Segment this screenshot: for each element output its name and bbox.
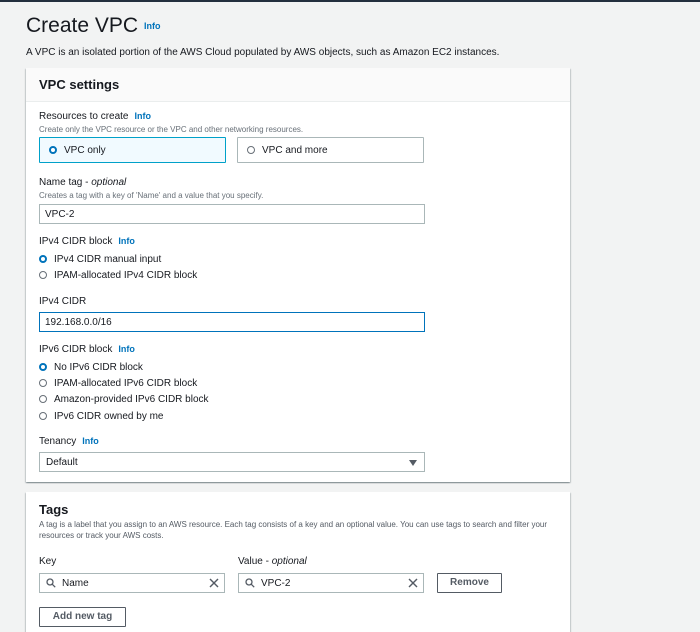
radio-vpc-only[interactable]	[49, 146, 57, 154]
tag-value-input[interactable]: VPC-2	[238, 573, 424, 593]
option-ipv4-manual-label: IPv4 CIDR manual input	[54, 254, 162, 265]
tag-key-input[interactable]: Name	[39, 573, 225, 593]
radio-ipv6-none[interactable]	[39, 363, 47, 371]
ipv6-block-info-link[interactable]: Info	[118, 344, 135, 354]
page-info-link[interactable]: Info	[144, 21, 161, 31]
search-icon	[245, 578, 255, 588]
close-icon[interactable]	[408, 578, 418, 588]
tile-vpc-and-more-label: VPC and more	[262, 145, 328, 156]
name-tag-optional: optional	[91, 177, 127, 188]
tags-description: A tag is a label that you assign to an A…	[39, 520, 548, 540]
radio-ipv6-owned[interactable]	[39, 412, 47, 420]
tile-vpc-only-label: VPC only	[64, 145, 106, 156]
vpc-settings-title: VPC settings	[39, 77, 120, 92]
ipv6-block-label: IPv6 CIDR block Info	[39, 344, 135, 355]
tenancy-info-link[interactable]: Info	[82, 436, 99, 446]
tenancy-label: Tenancy Info	[39, 436, 99, 447]
radio-ipv6-ipam[interactable]	[39, 379, 47, 387]
option-ipv4-ipam-label: IPAM-allocated IPv4 CIDR block	[54, 270, 198, 281]
ipv4-block-label-text: IPv4 CIDR block	[39, 236, 113, 247]
radio-ipv4-manual[interactable]	[39, 255, 47, 263]
vpc-settings-header: VPC settings	[26, 68, 570, 102]
tag-key-label: Key	[39, 556, 57, 567]
ipv4-block-info-link[interactable]: Info	[118, 236, 135, 246]
tile-vpc-and-more[interactable]: VPC and more	[237, 137, 424, 163]
radio-ipv4-ipam[interactable]	[39, 271, 47, 279]
tag-key-value: Name	[62, 578, 89, 589]
option-ipv6-ipam-label: IPAM-allocated IPv6 CIDR block	[54, 378, 198, 389]
ipv6-block-label-text: IPv6 CIDR block	[39, 344, 113, 355]
tenancy-label-text: Tenancy	[39, 436, 77, 447]
name-tag-label-text: Name tag -	[39, 177, 92, 188]
tag-value-label-text: Value -	[238, 556, 272, 567]
tenancy-select[interactable]: Default	[39, 452, 425, 472]
top-nav-edge	[0, 0, 700, 2]
tag-value-value: VPC-2	[261, 578, 291, 589]
resources-info-link[interactable]: Info	[135, 111, 152, 121]
page-title: Create VPC Info	[26, 14, 161, 38]
vpc-settings-card: VPC settings Resources to create Info Cre…	[26, 68, 570, 482]
page-description: A VPC is an isolated portion of the AWS …	[26, 47, 500, 58]
option-ipv6-amazon-label: Amazon-provided IPv6 CIDR block	[54, 394, 209, 405]
tags-card: Tags A tag is a label that you assign to…	[26, 492, 570, 632]
page-title-text: Create VPC	[26, 14, 139, 37]
radio-vpc-and-more[interactable]	[247, 146, 255, 154]
tag-value-label: Value - optional	[238, 556, 307, 567]
tag-value-optional: optional	[271, 556, 307, 567]
option-ipv6-none-label: No IPv6 CIDR block	[54, 362, 143, 373]
ipv4-block-label: IPv4 CIDR block Info	[39, 236, 135, 247]
tile-vpc-only[interactable]: VPC only	[39, 137, 226, 163]
radio-ipv6-amazon[interactable]	[39, 395, 47, 403]
resources-label-text: Resources to create	[39, 111, 129, 122]
option-ipv6-owned-label: IPv6 CIDR owned by me	[54, 411, 164, 422]
resources-label: Resources to create Info	[39, 111, 151, 122]
name-tag-label: Name tag - optional	[39, 177, 126, 188]
name-tag-input[interactable]: VPC-2	[39, 204, 425, 224]
tenancy-value: Default	[46, 457, 78, 468]
remove-tag-button[interactable]: Remove	[437, 573, 502, 593]
close-icon[interactable]	[209, 578, 219, 588]
tags-title: Tags	[39, 502, 69, 517]
caret-down-icon	[409, 460, 417, 466]
add-new-tag-button[interactable]: Add new tag	[39, 607, 126, 627]
name-tag-description: Creates a tag with a key of 'Name' and a…	[39, 191, 264, 200]
ipv4-cidr-label: IPv4 CIDR	[39, 296, 87, 307]
ipv4-cidr-input[interactable]: 192.168.0.0/16	[39, 312, 425, 332]
search-icon	[46, 578, 56, 588]
resources-description: Create only the VPC resource or the VPC …	[39, 125, 304, 134]
